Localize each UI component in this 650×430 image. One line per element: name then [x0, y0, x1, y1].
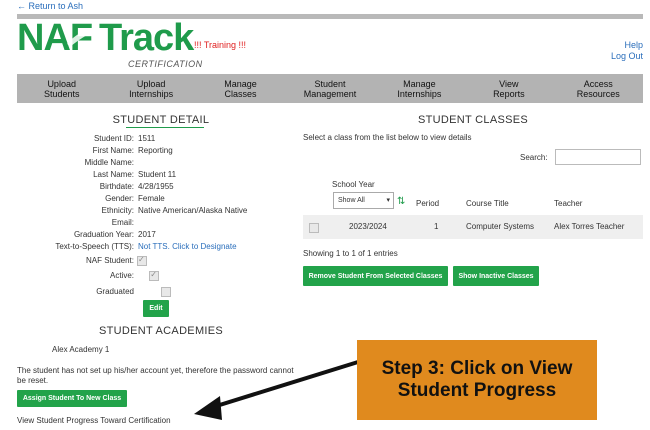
- search-label: Search:: [520, 153, 548, 162]
- academy-name: Alex Academy 1: [52, 345, 110, 354]
- chevron-down-icon: ▾: [386, 197, 390, 204]
- logo-track-text: Track: [99, 17, 194, 59]
- edit-button[interactable]: Edit: [143, 300, 169, 317]
- header-links: Help Log Out: [611, 40, 643, 62]
- school-year-label: School Year: [332, 180, 375, 189]
- student-academies-title: STUDENT ACADEMIES: [98, 325, 224, 337]
- certification-label: CERTIFICATION: [128, 59, 203, 69]
- row-period: 1: [434, 222, 439, 231]
- callout-text: Step 3: Click on View Student Progress: [382, 358, 573, 402]
- col-teacher[interactable]: Teacher: [554, 199, 582, 208]
- entries-count: Showing 1 to 1 of 1 entries: [303, 249, 398, 258]
- training-banner: !!! Training !!!: [194, 40, 247, 50]
- remove-student-button[interactable]: Remove Student From Selected Classes: [303, 266, 448, 286]
- row-select-checkbox[interactable]: [309, 223, 319, 233]
- nav-manage-classes[interactable]: Manage Classes: [196, 74, 285, 103]
- nav-view-reports[interactable]: View Reports: [464, 74, 553, 103]
- classes-instruction: Select a class from the list below to vi…: [303, 133, 472, 142]
- view-progress-link[interactable]: View Student Progress Toward Certificati…: [17, 416, 171, 425]
- student-classes-title: STUDENT CLASSES: [417, 114, 529, 126]
- step-callout: Step 3: Click on View Student Progress: [357, 340, 597, 420]
- callout-line1: Step 3: Click on View: [381, 358, 573, 379]
- search-input[interactable]: [555, 149, 641, 165]
- table-row[interactable]: 2023/2024 1 Computer Systems Alex Torres…: [303, 215, 643, 239]
- nav-upload-internships[interactable]: Upload Internships: [106, 74, 195, 103]
- main-nav: Upload Students Upload Internships Manag…: [17, 74, 643, 103]
- school-year-select[interactable]: Show All ▾: [333, 192, 394, 209]
- nav-student-management[interactable]: Student Management: [285, 74, 374, 103]
- graduated-checkbox[interactable]: [161, 287, 172, 297]
- col-period[interactable]: Period: [416, 199, 439, 208]
- student-detail-underline: [126, 127, 204, 128]
- row-teacher: Alex Torres Teacher: [554, 222, 625, 231]
- active-checkbox[interactable]: [149, 270, 160, 281]
- nav-upload-students[interactable]: Upload Students: [17, 74, 106, 103]
- nav-access-resources[interactable]: Access Resources: [554, 74, 643, 103]
- naf-student-checkbox[interactable]: [137, 255, 147, 266]
- sort-icon[interactable]: ⇅: [397, 196, 405, 207]
- logout-link[interactable]: Log Out: [611, 51, 643, 62]
- col-course-title[interactable]: Course Title: [466, 199, 509, 208]
- row-course: Computer Systems: [466, 222, 535, 231]
- show-inactive-button[interactable]: Show Inactive Classes: [453, 266, 539, 286]
- nav-manage-internships[interactable]: Manage Internships: [375, 74, 464, 103]
- student-detail-title: STUDENT DETAIL: [112, 114, 210, 126]
- naftrack-logo[interactable]: NAF Track: [17, 17, 194, 60]
- row-year: 2023/2024: [349, 222, 387, 231]
- callout-arrow-icon: [194, 360, 359, 420]
- return-link[interactable]: ← Return to Ash: [17, 1, 83, 11]
- callout-line2: Student Progress: [397, 380, 557, 401]
- assign-student-button[interactable]: Assign Student To New Class: [17, 390, 127, 407]
- help-link[interactable]: Help: [611, 40, 643, 51]
